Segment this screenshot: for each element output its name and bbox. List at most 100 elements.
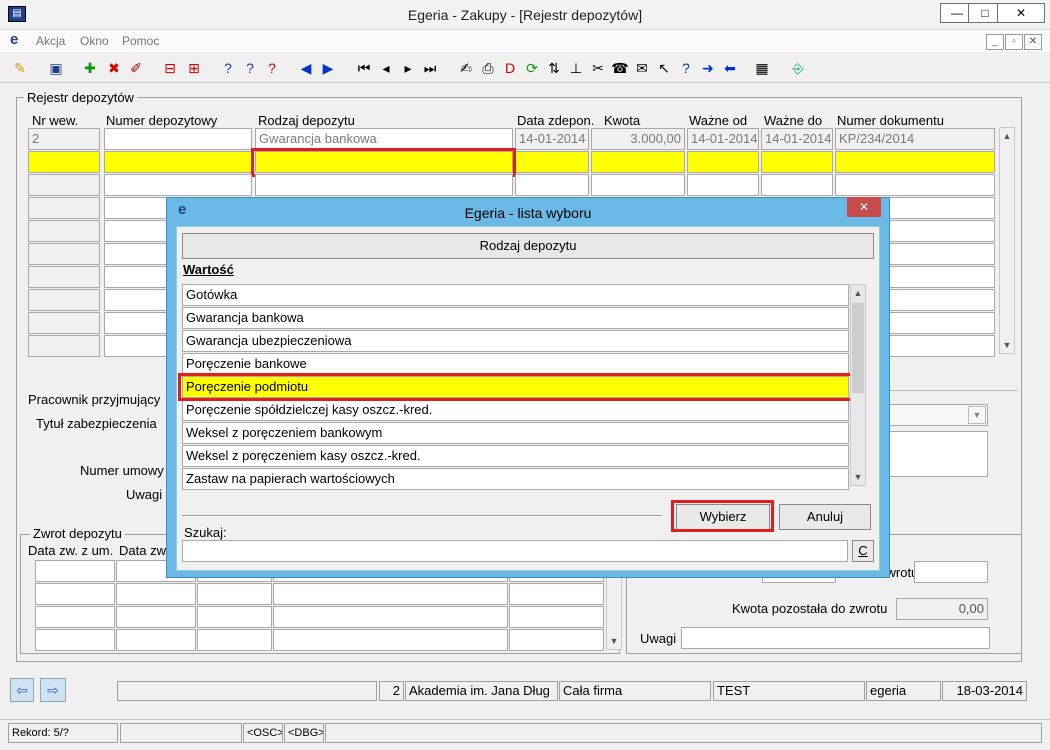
edit-record-icon[interactable]: ✐ bbox=[126, 58, 146, 78]
zwrot-cell[interactable] bbox=[273, 583, 508, 605]
scroll-up-icon[interactable]: ▲ bbox=[1000, 129, 1014, 143]
zwrot-cell[interactable] bbox=[35, 560, 115, 582]
row1-wazne-od[interactable]: 14-01-2014 bbox=[687, 128, 759, 150]
row2-data-zdepon[interactable] bbox=[515, 151, 589, 173]
mdi-restore-icon[interactable]: ▫ bbox=[1005, 34, 1023, 50]
register-cell[interactable] bbox=[104, 174, 252, 196]
arrow-right-icon[interactable]: ▶ bbox=[318, 58, 338, 78]
register-cell[interactable] bbox=[28, 335, 100, 357]
help-icon[interactable]: ? bbox=[676, 58, 696, 78]
register-cell[interactable] bbox=[28, 197, 100, 219]
zwrot-scroll-down-icon[interactable]: ▼ bbox=[607, 634, 621, 648]
menu-item-pomoc[interactable]: Pomoc bbox=[122, 34, 159, 48]
zwrot-cell[interactable] bbox=[116, 629, 196, 651]
zwrot-uwagi-field[interactable] bbox=[681, 627, 990, 649]
print-icon[interactable]: ⎙ bbox=[478, 58, 498, 78]
chevron-down-icon[interactable]: ▼ bbox=[968, 406, 986, 424]
zwrotu-field[interactable] bbox=[914, 561, 988, 583]
dialog-list-item[interactable]: Gwarancja ubezpieczeniowa bbox=[182, 330, 849, 352]
help-pointer-icon[interactable]: ↖ bbox=[654, 58, 674, 78]
nav-back-icon[interactable]: ⇦ bbox=[10, 678, 34, 702]
zwrot-cell[interactable] bbox=[273, 629, 508, 651]
add-record-icon[interactable]: ✚ bbox=[80, 58, 100, 78]
register-cell[interactable] bbox=[28, 266, 100, 288]
dialog-close-button[interactable]: ✕ bbox=[847, 197, 881, 217]
exit-icon[interactable]: ⎆ bbox=[788, 58, 808, 78]
zwrot-cell[interactable] bbox=[116, 606, 196, 628]
register-cell[interactable] bbox=[591, 174, 685, 196]
query-icon[interactable]: ? bbox=[218, 58, 238, 78]
zwrot-cell[interactable] bbox=[197, 629, 272, 651]
split-icon[interactable]: ⊟ bbox=[160, 58, 180, 78]
dialog-list-item[interactable]: Gotówka bbox=[182, 284, 849, 306]
zwrot-cell[interactable] bbox=[509, 583, 604, 605]
row1-numer-dokumentu[interactable]: KP/234/2014 bbox=[835, 128, 995, 150]
register-cell[interactable] bbox=[28, 174, 100, 196]
arrow-left-icon[interactable]: ◀ bbox=[296, 58, 316, 78]
zwrot-cell[interactable] bbox=[35, 629, 115, 651]
mdi-close-icon[interactable]: ✕ bbox=[1024, 34, 1042, 50]
dialog-scroll-up-icon[interactable]: ▲ bbox=[851, 286, 865, 300]
row1-numer-depozytowy[interactable] bbox=[104, 128, 252, 150]
calendar-icon[interactable]: ▦ bbox=[752, 58, 772, 78]
cancel-button[interactable]: Anuluj bbox=[779, 504, 871, 530]
row2-numer-depozytowy[interactable] bbox=[104, 151, 252, 173]
row2-numer-dokumentu[interactable] bbox=[835, 151, 995, 173]
save-icon[interactable]: ▣ bbox=[46, 58, 66, 78]
prev-record-icon[interactable]: ◂ bbox=[376, 58, 396, 78]
dialog-scroll-thumb[interactable] bbox=[852, 303, 864, 393]
dialog-list-item[interactable]: Gwarancja bankowa bbox=[182, 307, 849, 329]
register-cell[interactable] bbox=[835, 174, 995, 196]
last-record-icon[interactable]: ⏭ bbox=[420, 58, 440, 78]
query-cancel-icon[interactable]: ? bbox=[262, 58, 282, 78]
forward-icon[interactable]: ➜ bbox=[698, 58, 718, 78]
document-icon[interactable]: D bbox=[500, 58, 520, 78]
dialog-list-item[interactable]: Zastaw na papierach wartościowych bbox=[182, 468, 849, 490]
menu-item-okno[interactable]: Okno bbox=[80, 34, 109, 48]
row1-nr-wew[interactable]: 2 bbox=[28, 128, 100, 150]
register-cell[interactable] bbox=[255, 174, 513, 196]
nav-forward-icon[interactable]: ⇨ bbox=[40, 678, 66, 702]
zwrot-cell[interactable] bbox=[509, 629, 604, 651]
zwrot-cell[interactable] bbox=[273, 606, 508, 628]
merge-icon[interactable]: ⊞ bbox=[184, 58, 204, 78]
zwrot-cell[interactable] bbox=[509, 606, 604, 628]
row2-wazne-do[interactable] bbox=[761, 151, 833, 173]
dialog-list-item[interactable]: Poręczenie spółdzielczej kasy oszcz.-kre… bbox=[182, 399, 849, 421]
zwrot-cell[interactable] bbox=[197, 583, 272, 605]
register-cell[interactable] bbox=[28, 220, 100, 242]
register-cell[interactable] bbox=[28, 312, 100, 334]
zwrot-cell[interactable] bbox=[35, 583, 115, 605]
row1-wazne-do[interactable]: 14-01-2014 bbox=[761, 128, 833, 150]
row1-data-zdepon[interactable]: 14-01-2014 bbox=[515, 128, 589, 150]
zwrot-cell[interactable] bbox=[116, 583, 196, 605]
refresh-icon[interactable]: ⟳ bbox=[522, 58, 542, 78]
first-record-icon[interactable]: ⏮ bbox=[354, 58, 374, 78]
register-cell[interactable] bbox=[761, 174, 833, 196]
row2-nr-wew[interactable] bbox=[28, 151, 100, 173]
tree-icon[interactable]: ⊥ bbox=[566, 58, 586, 78]
zwrot-cell[interactable] bbox=[35, 606, 115, 628]
register-cell[interactable] bbox=[28, 289, 100, 311]
dialog-list-scrollbar[interactable]: ▲ ▼ bbox=[850, 284, 866, 486]
zwrot-cell[interactable] bbox=[197, 606, 272, 628]
dialog-list-item[interactable]: Weksel z poręczeniem bankowym bbox=[182, 422, 849, 444]
row2-wazne-od[interactable] bbox=[687, 151, 759, 173]
mdi-minimize-icon[interactable]: _ bbox=[986, 34, 1004, 50]
menu-item-akcja[interactable]: Akcja bbox=[36, 34, 65, 48]
uwagi-field[interactable] bbox=[880, 431, 988, 477]
query-run-icon[interactable]: ? bbox=[240, 58, 260, 78]
dialog-list-item[interactable]: Weksel z poręczeniem kasy oszcz.-kred. bbox=[182, 445, 849, 467]
clear-search-button[interactable]: C bbox=[852, 540, 874, 562]
scroll-down-icon[interactable]: ▼ bbox=[1000, 338, 1014, 352]
close-button[interactable]: ✕ bbox=[997, 3, 1045, 23]
register-scrollbar[interactable]: ▲ ▼ bbox=[999, 127, 1015, 354]
register-cell[interactable] bbox=[515, 174, 589, 196]
register-cell[interactable] bbox=[687, 174, 759, 196]
edit-icon[interactable]: ✍ bbox=[456, 58, 476, 78]
pin-icon[interactable]: ✎ bbox=[10, 58, 30, 78]
search-input[interactable] bbox=[182, 540, 848, 562]
register-cell[interactable] bbox=[28, 243, 100, 265]
dialog-header-rodzaj-depozytu[interactable]: Rodzaj depozytu bbox=[182, 233, 874, 259]
row1-rodzaj-depozytu[interactable]: Gwarancja bankowa bbox=[255, 128, 513, 150]
